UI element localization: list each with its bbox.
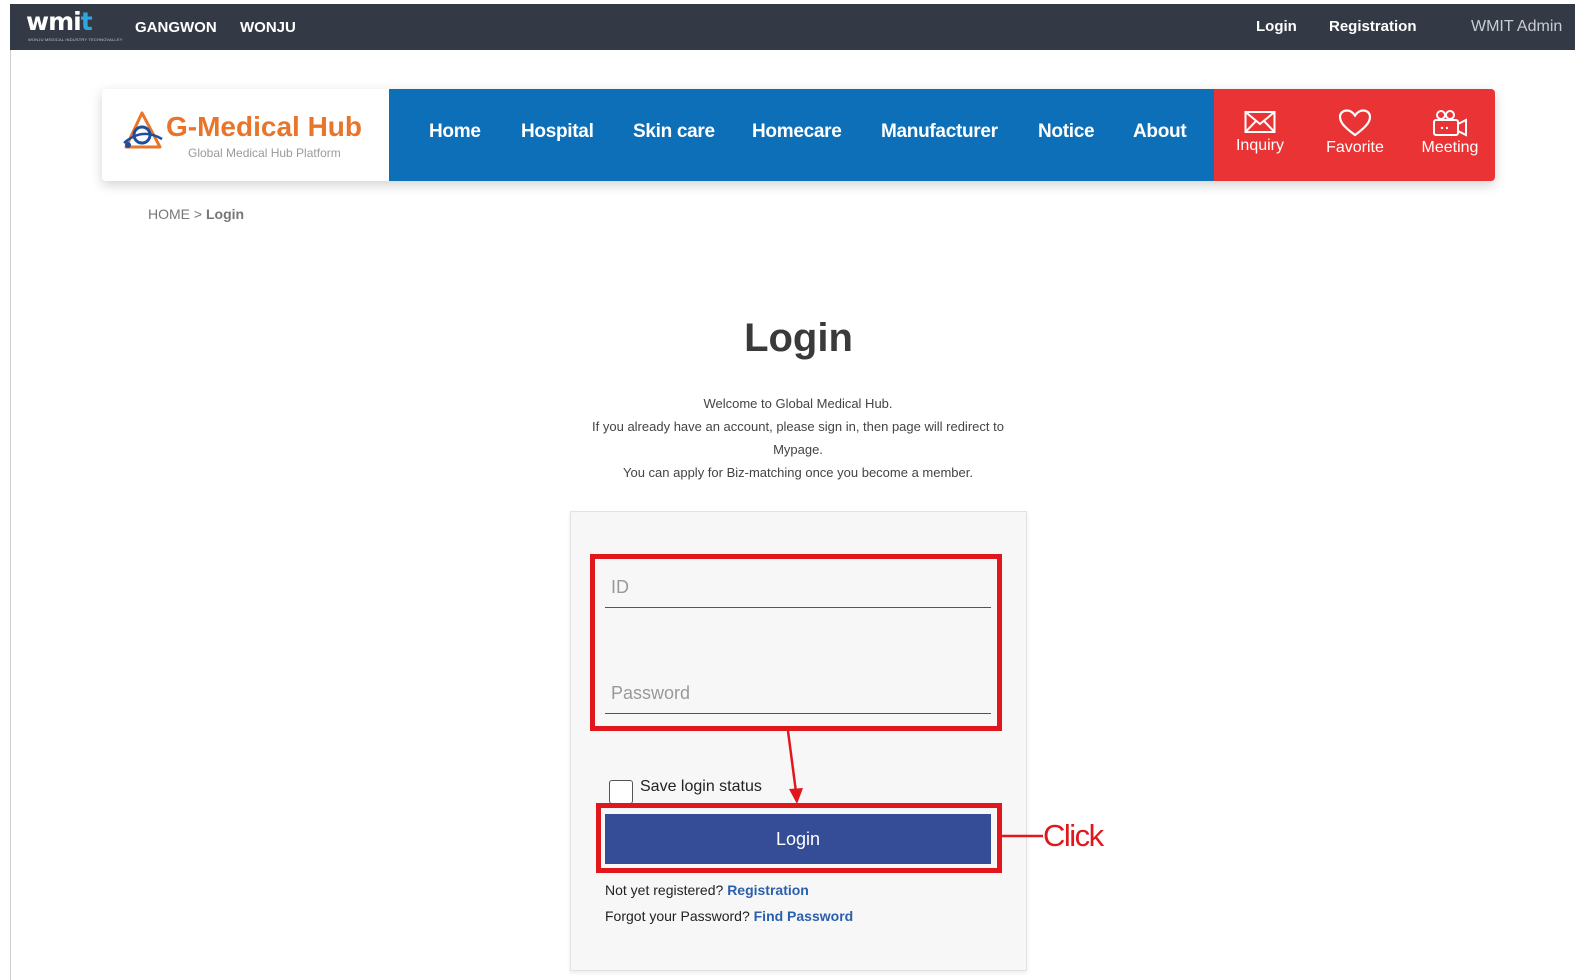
wmit-logo-text: wmi — [26, 7, 82, 36]
envelope-icon — [1244, 111, 1276, 133]
inquiry-button[interactable]: Inquiry — [1220, 109, 1300, 155]
site-header: G-Medical Hub Global Medical Hub Platfor… — [102, 89, 1495, 181]
nav-item-manufacturer[interactable]: Manufacturer — [881, 121, 998, 143]
brand-mark-icon — [123, 111, 163, 149]
breadcrumb-home[interactable]: HOME — [148, 206, 190, 222]
inquiry-label: Inquiry — [1235, 137, 1285, 154]
favorite-label: Favorite — [1326, 139, 1384, 156]
intro-line: You can apply for Biz-matching once you … — [623, 465, 973, 480]
breadcrumb: HOME > Login — [148, 206, 244, 222]
quick-menu: Inquiry Favorite Meeting — [1214, 89, 1495, 181]
credentials-highlight-box — [590, 554, 1002, 731]
save-login-checkbox[interactable] — [609, 780, 633, 804]
find-password-link[interactable]: Find Password — [754, 908, 854, 924]
meeting-button[interactable]: Meeting — [1410, 109, 1490, 157]
breadcrumb-current: Login — [205, 206, 245, 222]
not-registered-text: Not yet registered? — [605, 882, 724, 898]
admin-link[interactable]: WMIT Admin — [1471, 18, 1562, 36]
login-button-highlight-box — [596, 803, 1002, 873]
top-bar: wmit WONJU MEDICAL INDUSTRY TECHNOVALLEY… — [10, 4, 1575, 50]
save-login-label[interactable]: Save login status — [640, 778, 762, 796]
brand-logo[interactable]: G-Medical Hub Global Medical Hub Platfor… — [102, 89, 389, 181]
heart-icon — [1338, 109, 1372, 137]
wmit-logo[interactable]: wmit — [26, 7, 93, 36]
intro-line: Mypage. — [773, 442, 823, 457]
nav-item-homecare[interactable]: Homecare — [752, 121, 842, 143]
nav-item-hospital[interactable]: Hospital — [521, 121, 594, 143]
login-intro: Welcome to Global Medical Hub. If you al… — [570, 392, 1026, 484]
meeting-label: Meeting — [1421, 139, 1479, 156]
registration-link[interactable]: Registration — [727, 882, 809, 898]
registration-help: Not yet registered? Registration — [605, 882, 809, 898]
breadcrumb-separator: > — [190, 206, 206, 222]
forgot-password-help: Forgot your Password? Find Password — [605, 908, 853, 924]
region-link-wonju[interactable]: WONJU — [240, 19, 296, 36]
click-annotation-label: Click — [1043, 818, 1104, 853]
nav-item-home[interactable]: Home — [429, 121, 481, 143]
nav-item-skin-care[interactable]: Skin care — [633, 121, 715, 143]
wmit-logo-t: t — [80, 7, 93, 36]
forgot-password-text: Forgot your Password? — [605, 908, 750, 924]
favorite-button[interactable]: Favorite — [1315, 109, 1395, 157]
nav-item-notice[interactable]: Notice — [1038, 121, 1095, 143]
wmit-logo-subtitle: WONJU MEDICAL INDUSTRY TECHNOVALLEY — [28, 37, 123, 42]
video-camera-icon — [1433, 110, 1467, 137]
top-login-link[interactable]: Login — [1256, 18, 1297, 35]
brand-name: G-Medical Hub — [166, 111, 363, 142]
region-link-gangwon[interactable]: GANGWON — [135, 19, 217, 36]
page-title: Login — [744, 316, 853, 360]
main-nav: Home Hospital Skin care Homecare Manufac… — [389, 89, 1215, 181]
brand-tagline: Global Medical Hub Platform — [188, 146, 341, 160]
top-registration-link[interactable]: Registration — [1329, 18, 1417, 35]
intro-line: If you already have an account, please s… — [592, 419, 1004, 434]
nav-item-about[interactable]: About — [1133, 121, 1187, 143]
intro-line: Welcome to Global Medical Hub. — [703, 396, 893, 411]
